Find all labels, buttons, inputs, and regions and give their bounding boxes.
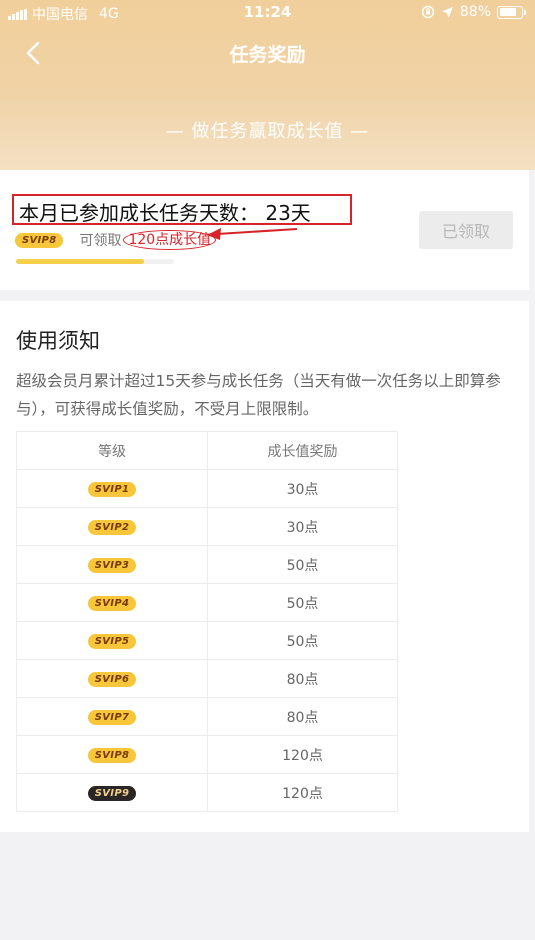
notice-title: 使用须知 — [16, 329, 100, 353]
level-cell: SVIP3 — [16, 545, 208, 584]
table-row: SVIP6 80点 — [16, 659, 398, 698]
usage-notice: 使用须知 超级会员月累计超过15天参与成长任务（当天有做一次任务以上即算参与），… — [0, 301, 529, 832]
level-cell: SVIP7 — [16, 697, 208, 736]
reward-cell: 120点 — [207, 773, 398, 812]
svip-level-badge: SVIP9 — [87, 786, 137, 801]
reward-cell: 80点 — [207, 697, 398, 736]
level-cell: SVIP2 — [16, 507, 208, 546]
header-banner: 中国电信 4G 11:24 88% 任务奖励 — 做任务赢取成长值 — — [0, 0, 535, 170]
table-row: SVIP7 80点 — [16, 697, 398, 736]
reward-cell: 50点 — [207, 621, 398, 660]
svip-level-badge: SVIP8 — [87, 748, 137, 763]
battery-percent: 88% — [459, 4, 491, 20]
level-cell: SVIP4 — [16, 583, 208, 622]
table-row: SVIP8 120点 — [16, 735, 398, 774]
table-row: SVIP5 50点 — [16, 621, 398, 660]
current-level-badge: SVIP8 — [15, 232, 64, 248]
reward-cell: 30点 — [207, 507, 398, 546]
table-header-row: 等级 成长值奖励 — [16, 431, 398, 470]
reward-amount: 120点成长值 — [123, 230, 217, 250]
reward-column-header: 成长值奖励 — [207, 431, 398, 470]
reward-cell: 120点 — [207, 735, 398, 774]
svip-level-badge: SVIP7 — [87, 710, 137, 725]
level-cell: SVIP8 — [16, 735, 208, 774]
level-column-header: 等级 — [16, 431, 208, 470]
claim-label: 可领取 — [79, 233, 122, 249]
progress-fill — [16, 259, 144, 264]
svip-level-badge: SVIP3 — [87, 558, 137, 573]
status-bar: 中国电信 4G 11:24 88% — [0, 0, 535, 24]
page-title: 任务奖励 — [229, 44, 306, 66]
table-row: SVIP9 120点 — [16, 773, 398, 812]
level-cell: SVIP5 — [16, 621, 208, 660]
reward-cell: 50点 — [207, 583, 398, 622]
notice-description: 超级会员月累计超过15天参与成长任务（当天有做一次任务以上即算参与），可获得成长… — [16, 372, 501, 418]
table-row: SVIP4 50点 — [16, 583, 398, 622]
orientation-lock-icon — [421, 5, 435, 19]
svip-level-badge: SVIP6 — [87, 672, 137, 687]
level-cell: SVIP6 — [16, 659, 208, 698]
svip-level-badge: SVIP2 — [87, 520, 137, 535]
table-row: SVIP1 30点 — [16, 469, 398, 508]
level-cell: SVIP9 — [16, 773, 208, 812]
svip-level-badge: SVIP1 — [87, 482, 137, 497]
reward-cell: 50点 — [207, 545, 398, 584]
svip-level-badge: SVIP4 — [87, 596, 137, 611]
location-arrow-icon — [441, 6, 453, 18]
claimed-button[interactable]: 已领取 — [419, 211, 513, 249]
days-highlight-box: 本月已参加成长任务天数： 23天 — [12, 194, 352, 225]
reward-table: 等级 成长值奖励 SVIP1 30点 SVIP2 30点 SVIP3 50点 SVIP4 50… — [16, 431, 398, 812]
table-row: SVIP2 30点 — [16, 507, 398, 546]
annotation-arrow-icon — [207, 228, 298, 240]
battery-icon — [497, 5, 526, 19]
banner-slogan: — 做任务赢取成长值 — — [165, 121, 370, 142]
progress-bar — [16, 259, 174, 264]
reward-cell: 30点 — [207, 469, 398, 508]
level-cell: SVIP1 — [16, 469, 208, 508]
svip-level-badge: SVIP5 — [87, 634, 137, 649]
table-row: SVIP3 50点 — [16, 545, 398, 584]
reward-cell: 80点 — [207, 659, 398, 698]
task-card: 本月已参加成长任务天数： 23天 SVIP8 可领取 120点成长值 已领取 — [0, 170, 529, 290]
